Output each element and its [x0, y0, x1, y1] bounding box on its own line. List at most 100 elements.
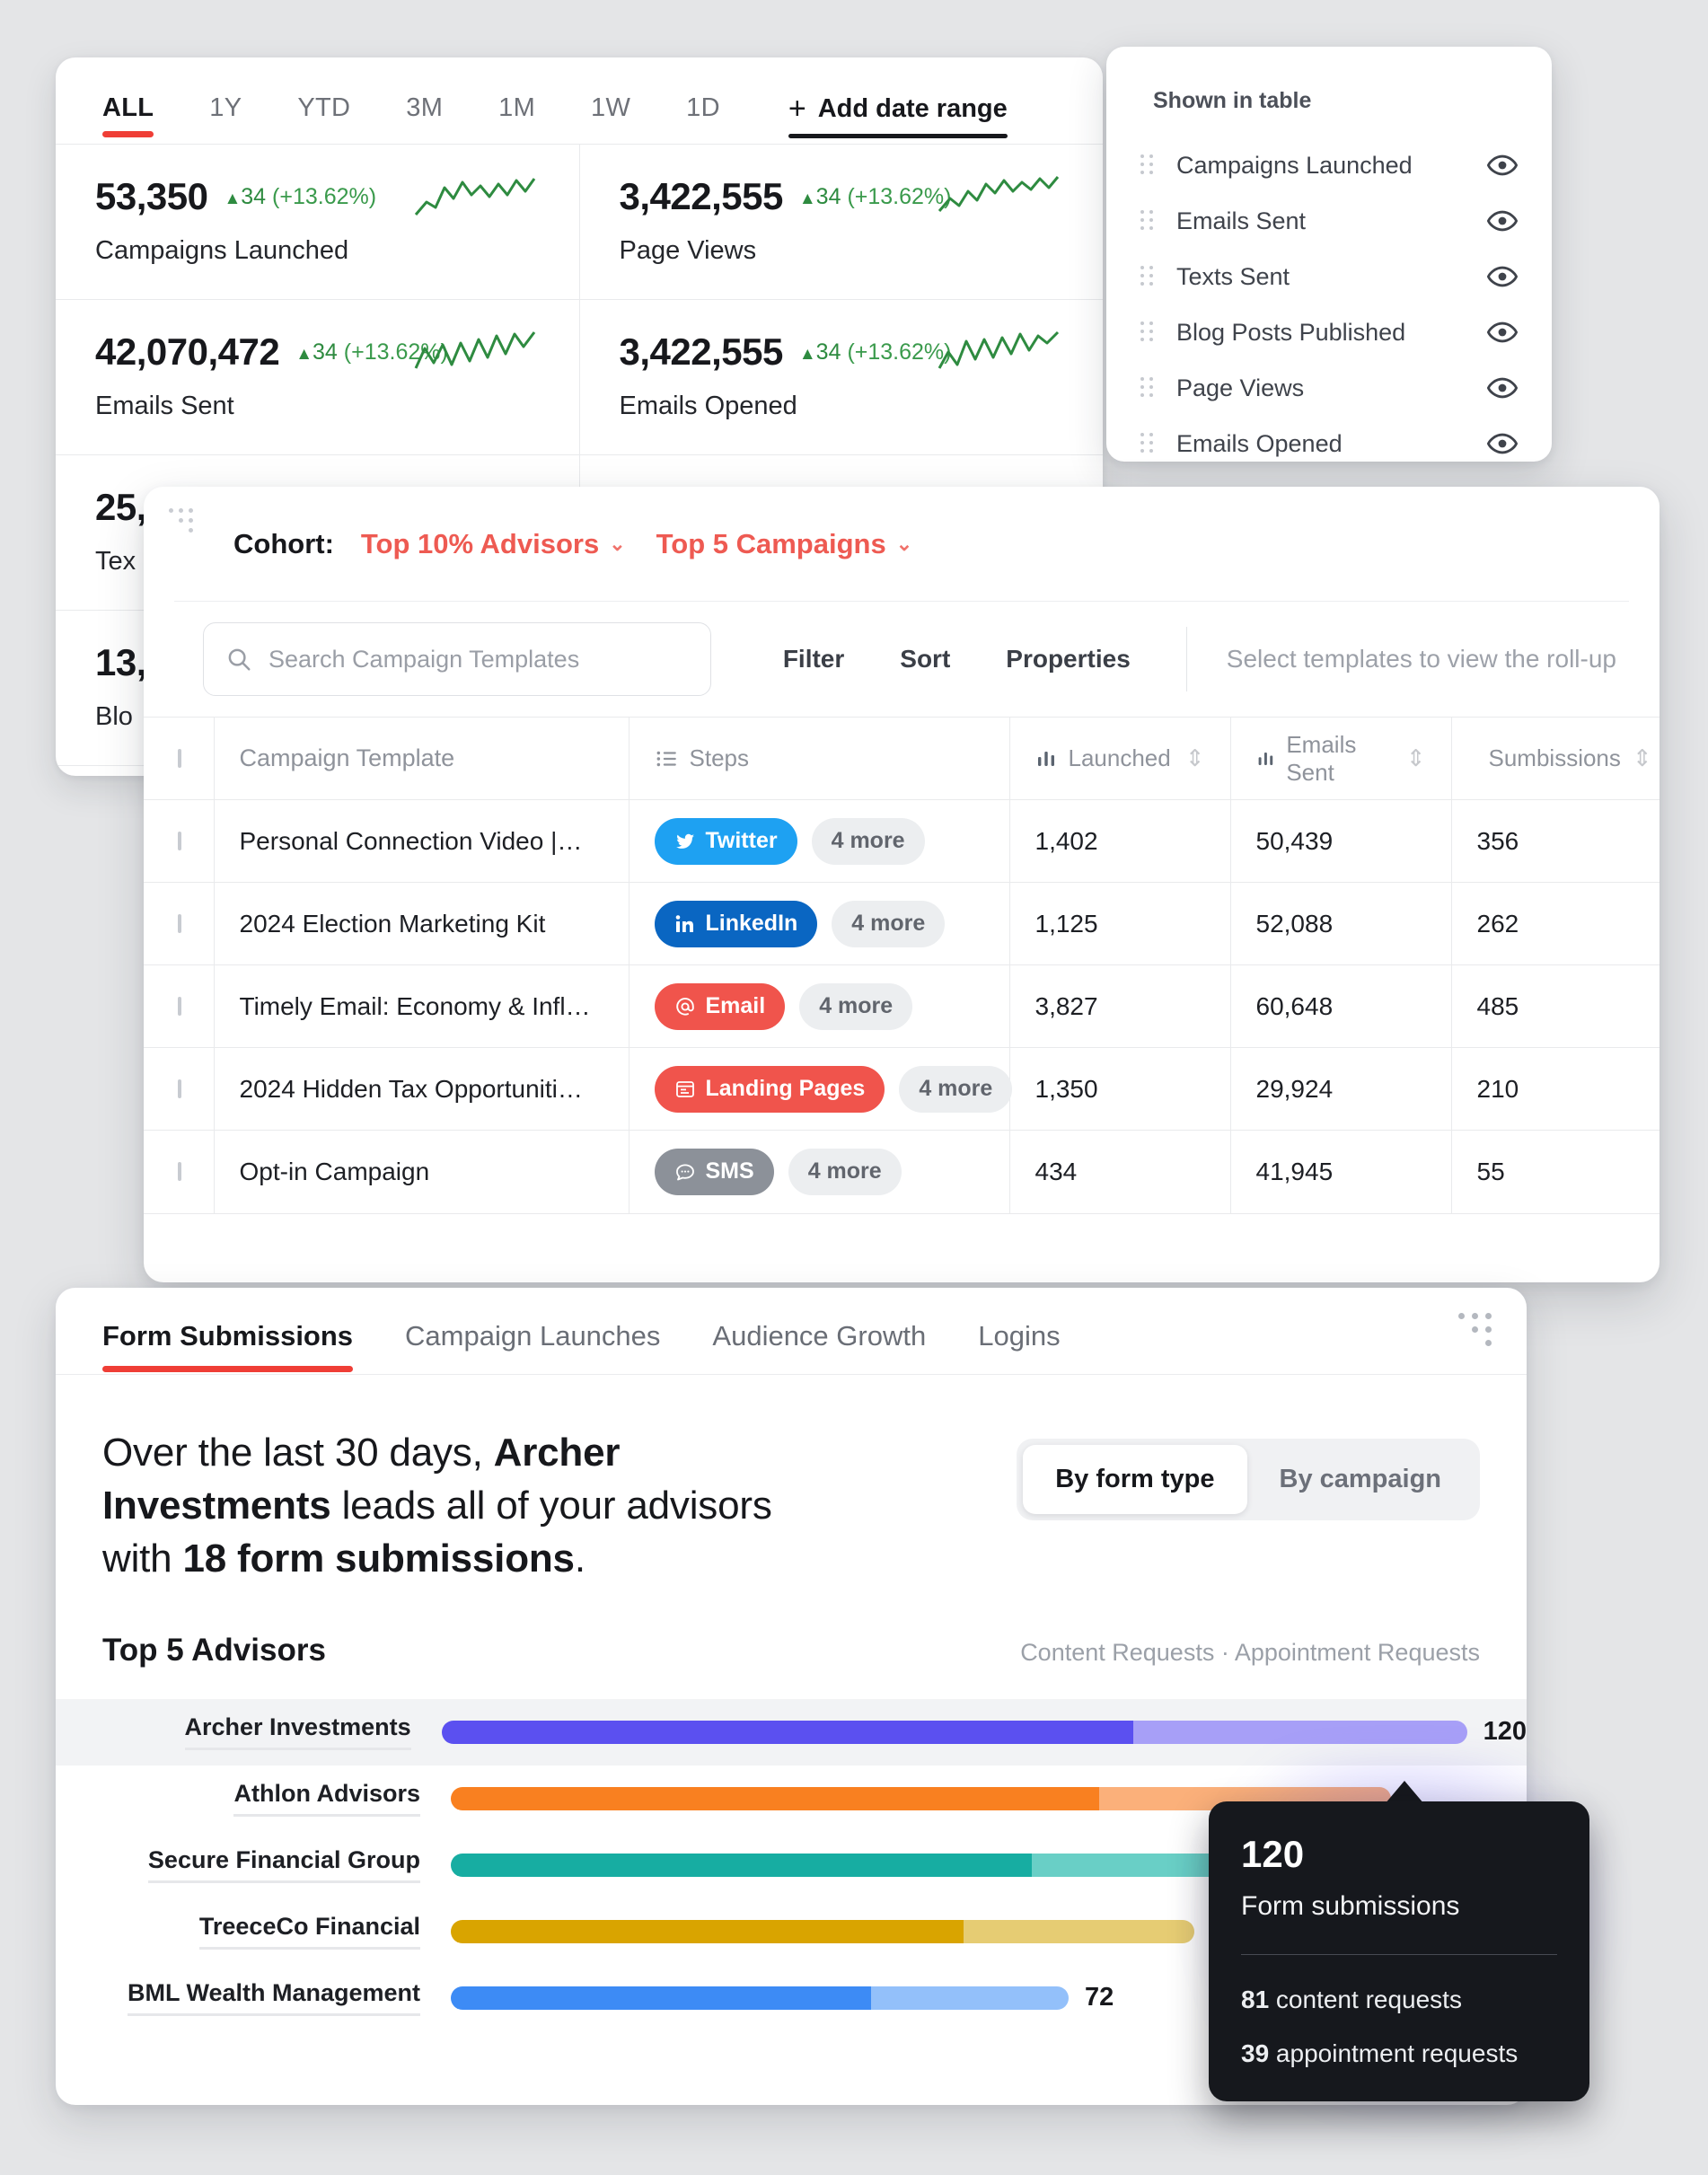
table-row[interactable]: 2024 Hidden Tax Opportuniti… Landing Pag…: [144, 1047, 1660, 1131]
header-campaign-template[interactable]: Campaign Template: [214, 717, 629, 800]
drag-handle-icon[interactable]: [1140, 210, 1157, 232]
table-footer-space: [144, 1212, 1660, 1274]
tab-audience-growth[interactable]: Audience Growth: [712, 1288, 926, 1352]
step-chip-more[interactable]: 4 more: [799, 982, 913, 1030]
step-chip-more[interactable]: 4 more: [811, 817, 925, 865]
cell-launched: 434: [1009, 1130, 1231, 1213]
step-chip-more[interactable]: 4 more: [788, 1148, 902, 1195]
row-select-cell[interactable]: [144, 1047, 215, 1131]
range-tab-1w[interactable]: 1W: [591, 57, 630, 123]
row-select-cell[interactable]: [144, 964, 215, 1048]
table-row[interactable]: Timely Email: Economy & Infl… Email 4 mo…: [144, 964, 1660, 1048]
properties-button[interactable]: Properties: [1006, 645, 1131, 674]
table-row[interactable]: Personal Connection Video |… Twitter 4 m…: [144, 799, 1660, 883]
drag-handle-icon[interactable]: [1140, 154, 1157, 176]
step-chip-sms[interactable]: SMS: [654, 1148, 774, 1195]
step-chip-more[interactable]: 4 more: [899, 1065, 1013, 1113]
step-chip-twitter[interactable]: Twitter: [654, 817, 797, 865]
resize-handle-icon[interactable]: [1458, 1313, 1496, 1351]
toggle-by-campaign[interactable]: By campaign: [1247, 1445, 1475, 1514]
cell-campaign-template: Personal Connection Video |…: [214, 799, 629, 883]
row-select-cell[interactable]: [144, 799, 215, 883]
search-campaign-templates-input[interactable]: Search Campaign Templates: [203, 622, 711, 696]
row-select-cell[interactable]: [144, 882, 215, 965]
filter-button[interactable]: Filter: [783, 645, 844, 674]
shown-item-campaigns-launched[interactable]: Campaigns Launched: [1140, 137, 1518, 193]
row-checkbox[interactable]: [178, 831, 181, 850]
drag-handle-icon[interactable]: [1140, 433, 1157, 454]
range-tab-1d[interactable]: 1D: [686, 57, 720, 123]
header-steps[interactable]: Steps: [629, 717, 1010, 800]
bar-value: 120: [1483, 1717, 1527, 1747]
add-date-range-button[interactable]: + Add date range: [788, 57, 1008, 138]
drag-handle-icon[interactable]: [1140, 321, 1157, 343]
metric-page-views[interactable]: 3,422,555 ▲34 (+13.62%) Page Views: [580, 145, 1104, 299]
bar-label: Secure Financial Group: [147, 1846, 420, 1884]
tab-campaign-launches[interactable]: Campaign Launches: [405, 1288, 660, 1352]
eye-icon[interactable]: [1487, 428, 1518, 459]
eye-icon[interactable]: [1487, 150, 1518, 181]
header-emails-sent[interactable]: Emails Sent ⇕: [1230, 717, 1452, 800]
sort-arrow-icon[interactable]: ⇕: [1633, 744, 1652, 772]
step-chip-email[interactable]: Email: [654, 982, 786, 1030]
cohort-filter-advisors-label: Top 10% Advisors: [360, 527, 600, 559]
header-submissions[interactable]: Sumbissions ⇕: [1451, 717, 1660, 800]
bar-row-archer-investments[interactable]: Archer Investments 120: [56, 1698, 1527, 1766]
metric-value: 13,: [95, 641, 146, 683]
cell-submissions: 55: [1451, 1130, 1660, 1213]
header-launched[interactable]: Launched ⇕: [1009, 717, 1231, 800]
campaign-templates-panel: Cohort: Top 10% Advisors ⌄ Top 5 Campaig…: [144, 487, 1660, 1282]
drag-handle-icon[interactable]: [1140, 266, 1157, 287]
range-tab-ytd[interactable]: YTD: [297, 57, 350, 123]
eye-icon[interactable]: [1487, 261, 1518, 292]
step-chip-more[interactable]: 4 more: [832, 900, 946, 947]
metric-emails-opened[interactable]: 3,422,555 ▲34 (+13.62%) Emails Opened: [580, 300, 1104, 454]
sort-button[interactable]: Sort: [900, 645, 950, 674]
range-tab-1y[interactable]: 1Y: [209, 57, 242, 123]
bar: [451, 1986, 1069, 2010]
bar-label: TreeceCo Financial: [198, 1913, 420, 1950]
range-tab-1m[interactable]: 1M: [498, 57, 535, 123]
sms-icon: [675, 1164, 694, 1181]
row-checkbox[interactable]: [178, 913, 181, 933]
insights-tabs: Form Submissions Campaign Launches Audie…: [56, 1288, 1527, 1374]
row-checkbox[interactable]: [178, 996, 181, 1016]
shown-item-texts-sent[interactable]: Texts Sent: [1140, 249, 1518, 304]
step-chip-landing-pages[interactable]: Landing Pages: [654, 1065, 885, 1113]
row-checkbox[interactable]: [178, 1161, 181, 1181]
metric-campaigns-launched[interactable]: 53,350 ▲34 (+13.62%) Campaigns Launched: [56, 145, 580, 299]
metric-value: 3,422,555: [619, 175, 784, 217]
cell-steps: Landing Pages 4 more: [629, 1047, 1013, 1131]
shown-item-blog-posts-published[interactable]: Blog Posts Published: [1140, 304, 1518, 360]
eye-icon[interactable]: [1487, 206, 1518, 236]
shown-item-label: Emails Opened: [1176, 429, 1343, 457]
drag-handle-icon[interactable]: [1140, 377, 1157, 399]
sort-arrow-icon[interactable]: ⇕: [1406, 744, 1426, 772]
eye-icon[interactable]: [1487, 317, 1518, 348]
cohort-filter-advisors[interactable]: Top 10% Advisors ⌄: [361, 528, 626, 560]
tab-logins[interactable]: Logins: [978, 1288, 1060, 1352]
shown-item-emails-opened[interactable]: Emails Opened: [1140, 416, 1518, 462]
select-all-checkbox[interactable]: [178, 748, 181, 768]
step-chip-linkedin[interactable]: LinkedIn: [654, 900, 818, 947]
row-select-cell[interactable]: [144, 1130, 215, 1213]
shown-item-emails-sent[interactable]: Emails Sent: [1140, 193, 1518, 249]
metric-emails-sent[interactable]: 42,070,472 ▲34 (+13.62%) Emails Sent: [56, 300, 580, 454]
cohort-filter-campaigns[interactable]: Top 5 Campaigns ⌄: [656, 528, 913, 560]
shown-item-page-views[interactable]: Page Views: [1140, 360, 1518, 416]
cell-emails-sent: 41,945: [1230, 1130, 1452, 1213]
sort-arrow-icon[interactable]: ⇕: [1185, 744, 1205, 772]
tab-form-submissions[interactable]: Form Submissions: [102, 1288, 354, 1372]
bar-segment-appointment-requests: [1133, 1720, 1467, 1744]
range-tab-all[interactable]: ALL: [102, 57, 154, 137]
metrics-row: 42,070,472 ▲34 (+13.62%) Emails Sent 3,4…: [56, 300, 1103, 455]
shown-item-label: Campaigns Launched: [1176, 151, 1413, 179]
table-row[interactable]: 2024 Election Marketing Kit LinkedIn 4 m…: [144, 882, 1660, 965]
panel-drag-handle-icon[interactable]: [169, 508, 194, 533]
toggle-by-form-type[interactable]: By form type: [1023, 1445, 1247, 1514]
eye-icon[interactable]: [1487, 373, 1518, 403]
row-checkbox[interactable]: [178, 1079, 181, 1098]
select-all-cell[interactable]: [144, 717, 215, 800]
table-row[interactable]: Opt-in Campaign SMS 4 more 434 41,945 55: [144, 1130, 1660, 1213]
range-tab-3m[interactable]: 3M: [406, 57, 443, 123]
